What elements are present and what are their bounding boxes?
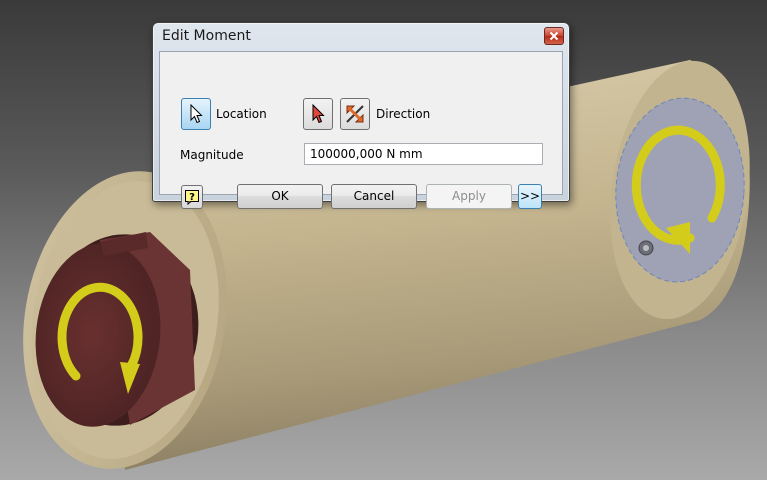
location-label: Location	[216, 107, 267, 121]
flip-direction-icon	[346, 105, 364, 123]
cursor-arrow-red-icon	[312, 104, 325, 124]
dialog-body: Location Direction Magnitude 100000,000 …	[159, 51, 563, 209]
close-button[interactable]	[544, 27, 564, 45]
cancel-button[interactable]: Cancel	[331, 184, 417, 209]
location-select-button[interactable]	[181, 98, 211, 130]
cursor-arrow-icon	[190, 104, 203, 124]
magnitude-label: Magnitude	[180, 148, 244, 162]
ok-button[interactable]: OK	[237, 184, 323, 209]
svg-text:?: ?	[189, 192, 195, 203]
dialog-title: Edit Moment	[162, 28, 251, 44]
direction-select-button[interactable]	[303, 98, 333, 130]
more-options-button[interactable]: >>	[518, 184, 542, 209]
edit-moment-dialog: Edit Moment Location Direction Magnitude…	[152, 22, 570, 209]
help-icon: ?	[185, 190, 199, 205]
flip-direction-button[interactable]	[340, 98, 370, 130]
magnitude-input[interactable]: 100000,000 N mm	[304, 143, 543, 165]
dialog-titlebar[interactable]: Edit Moment	[153, 23, 569, 51]
apply-button[interactable]: Apply	[426, 184, 512, 209]
direction-label: Direction	[376, 107, 431, 121]
close-icon	[549, 31, 559, 41]
help-button[interactable]: ?	[181, 185, 203, 209]
